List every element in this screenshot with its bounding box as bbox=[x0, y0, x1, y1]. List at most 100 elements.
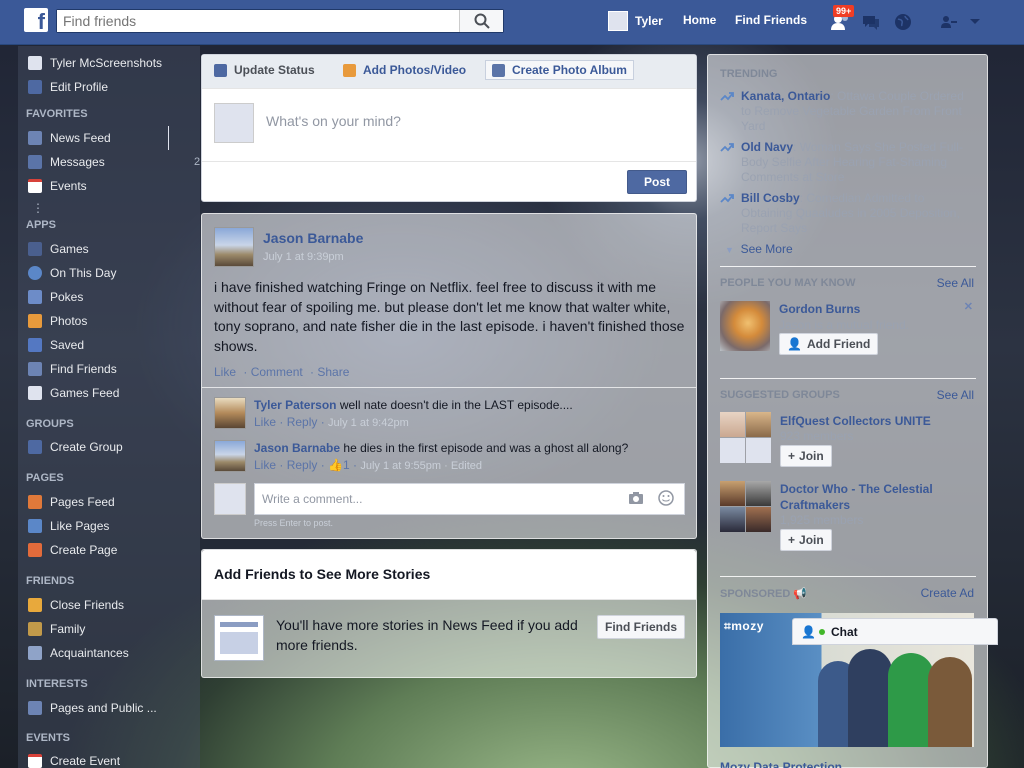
comment-input[interactable]: Write a comment... bbox=[254, 483, 685, 515]
join-group-button[interactable]: + Join bbox=[780, 445, 832, 467]
sidebar-item-pages-public[interactable]: Pages and Public ... bbox=[28, 699, 157, 717]
sidebar-item-saved[interactable]: Saved bbox=[28, 336, 84, 354]
add-friend-button[interactable]: 👤 Add Friend bbox=[779, 333, 879, 355]
comment-author[interactable]: Tyler Paterson bbox=[254, 398, 336, 412]
sidebar-item-acquaintances[interactable]: Acquaintances bbox=[28, 644, 129, 662]
post-button[interactable]: Post bbox=[627, 170, 687, 194]
avatar[interactable] bbox=[214, 440, 246, 472]
sidebar-item-events[interactable]: Events bbox=[28, 177, 87, 195]
trending-item[interactable]: Bill Cosby: Comedian Admitted to Obtaini… bbox=[720, 191, 970, 236]
sidebar-item-close-friends[interactable]: Close Friends bbox=[28, 596, 124, 614]
card-title: Add Friends to See More Stories bbox=[202, 550, 696, 600]
account-menu[interactable] bbox=[964, 12, 986, 32]
gamepad-icon bbox=[28, 386, 42, 400]
pencil-icon bbox=[214, 63, 227, 77]
news-feed-icon bbox=[28, 131, 42, 145]
sidebar-item-create-page[interactable]: Create Page bbox=[28, 541, 117, 559]
like-count[interactable]: 1 bbox=[343, 458, 350, 472]
pymk-see-all[interactable]: See All bbox=[937, 276, 974, 290]
create-ad-link[interactable]: Create Ad bbox=[921, 586, 974, 600]
see-more-link[interactable]: ▼ See More bbox=[725, 242, 793, 256]
sidebar-item-find-friends[interactable]: Find Friends bbox=[28, 360, 117, 378]
group-name[interactable]: ElfQuest Collectors UNITE bbox=[780, 413, 970, 429]
sidebar-item-photos[interactable]: Photos bbox=[28, 312, 87, 330]
sidebar-item-create-group[interactable]: Create Group bbox=[28, 438, 123, 456]
reply-link[interactable]: Reply bbox=[287, 458, 318, 472]
group-avatar[interactable] bbox=[720, 481, 771, 532]
comment-timestamp[interactable]: July 1 at 9:55pm · Edited bbox=[360, 460, 482, 472]
post-timestamp[interactable]: July 1 at 9:39pm bbox=[263, 251, 344, 263]
home-link[interactable]: Home bbox=[683, 13, 716, 27]
privacy-shortcuts[interactable] bbox=[938, 12, 960, 32]
tab-create-album[interactable]: Create Photo Album bbox=[485, 60, 634, 80]
comment-link[interactable]: Comment bbox=[251, 365, 303, 379]
sidebar-item-like-pages[interactable]: Like Pages bbox=[28, 517, 109, 535]
people-icon bbox=[28, 646, 42, 660]
sidebar-item-label: Acquaintances bbox=[50, 646, 129, 660]
ad-title[interactable]: Mozy Data Protection bbox=[720, 760, 842, 768]
messages-count: 2 bbox=[194, 156, 201, 168]
notifications-jewel[interactable] bbox=[892, 12, 914, 32]
pymk-name[interactable]: Gordon Burns bbox=[779, 302, 860, 316]
trending-item[interactable]: Old Navy: Woman Says She Posted Full-Bod… bbox=[720, 140, 970, 185]
sidebar-item-profile[interactable]: Tyler McScreenshots bbox=[28, 54, 162, 72]
pymk-heading: PEOPLE YOU MAY KNOW bbox=[720, 277, 856, 289]
sidebar-item-news-feed[interactable]: News Feed bbox=[28, 129, 111, 147]
sidebar-item-label: Create Event bbox=[50, 754, 121, 768]
share-link[interactable]: Share bbox=[317, 365, 349, 379]
favorites-more[interactable]: ⋮ bbox=[32, 199, 44, 217]
find-friends-button[interactable]: Find Friends bbox=[597, 615, 685, 639]
sidebar-item-create-event[interactable]: Create Event bbox=[28, 752, 120, 768]
sidebar-item-family[interactable]: Family bbox=[28, 620, 85, 638]
sidebar-item-pages-feed[interactable]: Pages Feed bbox=[28, 493, 115, 511]
tab-add-photos[interactable]: Add Photos/Video bbox=[343, 63, 466, 77]
close-icon[interactable]: ✕ bbox=[964, 300, 973, 313]
chat-bar[interactable]: 👤 Chat bbox=[792, 618, 998, 645]
chevron-down-icon: ▼ bbox=[725, 245, 734, 255]
online-dot bbox=[818, 628, 825, 635]
like-link[interactable]: Like bbox=[254, 415, 276, 429]
status-input[interactable]: What's on your mind? bbox=[266, 113, 401, 129]
trending-arrow-icon bbox=[720, 194, 734, 203]
camera-icon[interactable] bbox=[628, 491, 644, 505]
avatar[interactable] bbox=[720, 301, 770, 351]
profile-link[interactable]: Tyler bbox=[608, 10, 663, 32]
trending-topic: Old Navy bbox=[741, 140, 794, 154]
sidebar-item-pokes[interactable]: Pokes bbox=[28, 288, 83, 306]
search-input[interactable] bbox=[57, 10, 457, 32]
group-name[interactable]: Doctor Who - The Celestial Craftmakers bbox=[780, 481, 970, 513]
sidebar-item-edit-profile[interactable]: Edit Profile bbox=[28, 78, 108, 96]
sidebar-item-games[interactable]: Games bbox=[28, 240, 89, 258]
post-author[interactable]: Jason Barnabe bbox=[263, 230, 363, 246]
avatar[interactable] bbox=[214, 227, 254, 267]
tab-update-status[interactable]: Update Status bbox=[214, 63, 315, 77]
group-avatar[interactable] bbox=[720, 412, 771, 463]
comment-meta: Like · Reply · 👍1 · July 1 at 9:55pm · E… bbox=[254, 458, 483, 472]
person-icon: 👤 bbox=[801, 624, 816, 639]
facebook-logo[interactable]: f bbox=[24, 8, 48, 32]
comment-author[interactable]: Jason Barnabe bbox=[254, 441, 340, 455]
like-link[interactable]: Like bbox=[254, 458, 276, 472]
find-friends-link[interactable]: Find Friends bbox=[735, 13, 807, 27]
sidebar-item-label: Create Group bbox=[50, 440, 123, 454]
join-group-button[interactable]: + Join bbox=[780, 529, 832, 551]
megaphone-icon: 📢 bbox=[793, 588, 808, 600]
sidebar-item-label: Like Pages bbox=[50, 519, 110, 533]
sidebar-item-on-this-day[interactable]: On This Day bbox=[28, 264, 116, 282]
avatar[interactable] bbox=[214, 397, 246, 429]
comment-timestamp[interactable]: July 1 at 9:42pm bbox=[328, 417, 409, 429]
search-button[interactable] bbox=[459, 10, 503, 32]
messages-jewel[interactable] bbox=[860, 12, 882, 32]
sidebar-item-messages[interactable]: Messages bbox=[28, 153, 105, 171]
sidebar-item-games-feed[interactable]: Games Feed bbox=[28, 384, 119, 402]
trending-item[interactable]: Kanata, Ontario: Ottawa Couple Ordered t… bbox=[720, 89, 970, 134]
search-box[interactable] bbox=[56, 9, 504, 33]
star-icon bbox=[28, 598, 42, 612]
like-link[interactable]: Like bbox=[214, 365, 236, 379]
emoji-icon[interactable] bbox=[658, 490, 674, 506]
trending-arrow-icon bbox=[720, 143, 734, 152]
groups-see-all[interactable]: See All bbox=[937, 388, 974, 402]
sidebar-item-label: Pages Feed bbox=[50, 495, 115, 509]
comment-text: he dies in the first episode and was a g… bbox=[343, 441, 629, 455]
reply-link[interactable]: Reply bbox=[287, 415, 318, 429]
